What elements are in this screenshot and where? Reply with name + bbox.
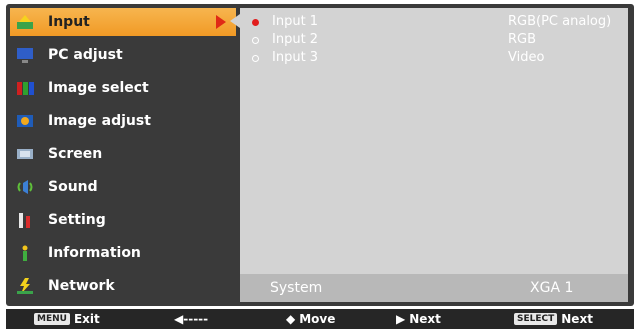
menu-item-setting[interactable]: Setting <box>10 206 236 234</box>
hint-next: ▶ Next <box>396 312 441 326</box>
menu-item-label: Screen <box>48 146 103 162</box>
input-icon <box>14 12 36 32</box>
input-option-3[interactable]: Input 3 Video <box>252 50 622 68</box>
input-name: Input 1 <box>272 14 319 29</box>
setting-icon <box>14 210 36 230</box>
system-status-bar: System XGA 1 <box>240 274 628 302</box>
menu-key-icon: MENU <box>34 313 70 325</box>
submenu-arrow-icon <box>216 15 226 29</box>
menu-item-label: Network <box>48 278 115 294</box>
hint-select-label: Next <box>561 312 593 326</box>
menu-item-input[interactable]: Input <box>10 8 236 36</box>
input-type: Video <box>508 50 545 65</box>
right-arrow-icon: ▶ <box>396 312 406 326</box>
input-name: Input 2 <box>272 32 319 47</box>
input-option-2[interactable]: Input 2 RGB <box>252 32 622 50</box>
panel-pointer <box>230 14 240 28</box>
menu-item-network[interactable]: Network <box>10 272 236 300</box>
menu-item-label: Sound <box>48 179 98 195</box>
image-select-icon <box>14 78 36 98</box>
system-value: XGA 1 <box>530 280 574 296</box>
hint-back: ◀----- <box>174 312 208 326</box>
hint-exit-label: Exit <box>73 312 100 326</box>
back-arrow-label: ◀----- <box>174 312 209 326</box>
sound-icon <box>14 177 36 197</box>
menu-item-label: Setting <box>48 212 106 228</box>
menu-item-pc-adjust[interactable]: PC adjust <box>10 41 236 69</box>
network-icon <box>14 276 36 296</box>
key-hint-bar: MENU Exit ◀----- ◆ Move ▶ Next SELECT Ne… <box>6 309 634 329</box>
menu-item-sound[interactable]: Sound <box>10 173 236 201</box>
input-type: RGB(PC analog) <box>508 14 612 29</box>
menu-item-information[interactable]: Information <box>10 239 236 267</box>
screen-icon <box>14 144 36 164</box>
menu-item-label: Image select <box>48 80 149 96</box>
up-down-icon: ◆ <box>286 312 296 326</box>
hint-next-label: Next <box>409 312 441 326</box>
menu-item-label: Information <box>48 245 141 261</box>
hint-move-label: Move <box>299 312 336 326</box>
information-icon <box>14 243 36 263</box>
input-option-1[interactable]: Input 1 RGB(PC analog) <box>252 14 622 32</box>
main-menu: Input PC adjust Image select Image adjus… <box>10 8 236 302</box>
system-label: System <box>270 280 323 296</box>
hint-exit: MENU Exit <box>34 312 100 326</box>
menu-item-image-select[interactable]: Image select <box>10 74 236 102</box>
input-panel: Input 1 RGB(PC analog) Input 2 RGB Input… <box>240 8 628 302</box>
selected-dot-icon <box>252 19 259 26</box>
menu-item-screen[interactable]: Screen <box>10 140 236 168</box>
select-key-icon: SELECT <box>514 313 558 325</box>
unselected-dot-icon <box>252 37 259 44</box>
input-type: RGB <box>508 32 537 47</box>
pc-adjust-icon <box>14 45 36 65</box>
menu-item-image-adjust[interactable]: Image adjust <box>10 107 236 135</box>
menu-item-label: PC adjust <box>48 47 123 63</box>
unselected-dot-icon <box>252 55 259 62</box>
hint-select: SELECT Next <box>514 312 593 326</box>
menu-item-label: Input <box>48 14 90 30</box>
input-name: Input 3 <box>272 50 319 65</box>
menu-item-label: Image adjust <box>48 113 151 129</box>
hint-move: ◆ Move <box>286 312 335 326</box>
image-adjust-icon <box>14 111 36 131</box>
